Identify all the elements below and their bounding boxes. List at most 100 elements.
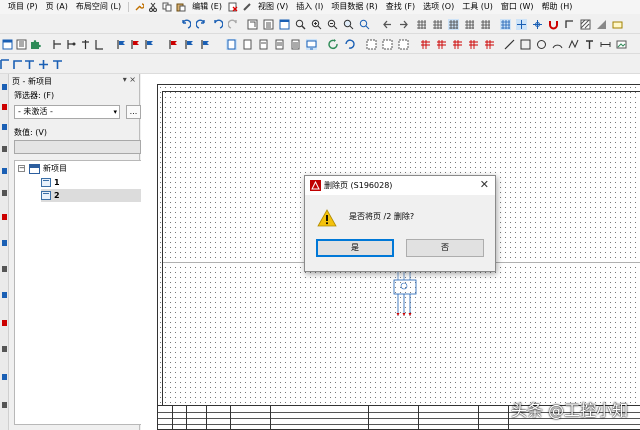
tree-collapse-icon[interactable]: − xyxy=(18,165,25,172)
rectangle-icon[interactable] xyxy=(612,19,623,30)
grid-a-icon[interactable] xyxy=(416,19,427,30)
strip-tool-icon[interactable] xyxy=(2,168,7,174)
text-icon[interactable] xyxy=(584,39,595,50)
snap-grid-icon[interactable] xyxy=(500,19,511,30)
connection-tee-down-icon[interactable] xyxy=(24,59,35,70)
redo-icon[interactable] xyxy=(196,19,207,30)
strip-tool-icon[interactable] xyxy=(2,84,7,90)
strip-tool-icon[interactable] xyxy=(2,104,7,110)
menu-item-help[interactable]: 帮助 (H) xyxy=(538,0,577,14)
puzzle-icon[interactable] xyxy=(30,39,41,50)
rotate-icon[interactable] xyxy=(344,39,355,50)
strip-tool-icon[interactable] xyxy=(2,374,7,380)
zoom-window-icon[interactable] xyxy=(295,19,306,30)
box-c-icon[interactable] xyxy=(398,39,409,50)
page-view-icon[interactable] xyxy=(263,19,274,30)
strip-tool-icon[interactable] xyxy=(2,346,7,352)
strip-tool-icon[interactable] xyxy=(2,402,7,408)
device-flag-d-icon[interactable] xyxy=(168,39,179,50)
magnet-icon[interactable] xyxy=(548,19,559,30)
device-flag-a-icon[interactable] xyxy=(116,39,127,50)
strip-tool-icon[interactable] xyxy=(2,320,7,326)
terminal-icon[interactable] xyxy=(66,39,77,50)
connection-top-left-icon[interactable] xyxy=(0,59,11,70)
back-icon[interactable] xyxy=(382,19,393,30)
tree-item-page[interactable]: 1 xyxy=(41,176,60,189)
menu-item-tools[interactable]: 工具 (U) xyxy=(458,0,497,14)
menu-item-page[interactable]: 页 (A) xyxy=(42,0,72,14)
forward-icon[interactable] xyxy=(398,19,409,30)
device-symbol[interactable] xyxy=(392,272,422,324)
device-flag-e-icon[interactable] xyxy=(184,39,195,50)
image-icon[interactable] xyxy=(616,39,627,50)
bus-b-icon[interactable] xyxy=(436,39,447,50)
zoom-last-icon[interactable] xyxy=(359,19,370,30)
window-icon[interactable] xyxy=(279,19,290,30)
strip-tool-icon[interactable] xyxy=(2,124,7,130)
connection-corner-icon[interactable] xyxy=(12,59,23,70)
hatch-icon[interactable] xyxy=(580,19,591,30)
zoom-in-icon[interactable] xyxy=(311,19,322,30)
strip-tool-icon[interactable] xyxy=(2,240,7,246)
connection-cross-icon[interactable] xyxy=(38,59,49,70)
close-icon[interactable]: ✕ xyxy=(480,178,489,191)
strip-tool-icon[interactable] xyxy=(2,146,7,152)
device-flag-f-icon[interactable] xyxy=(200,39,211,50)
bus-d-icon[interactable] xyxy=(468,39,479,50)
cable-icon[interactable] xyxy=(52,39,63,50)
page-selected-icon[interactable] xyxy=(226,39,237,50)
bus-a-icon[interactable] xyxy=(420,39,431,50)
wrench-icon[interactable] xyxy=(134,2,145,12)
dimension-icon[interactable] xyxy=(600,39,611,50)
menu-item-find[interactable]: 查找 (F) xyxy=(382,0,419,14)
grid-c-icon[interactable] xyxy=(448,19,459,30)
connection-tee-icon[interactable] xyxy=(52,59,63,70)
no-button[interactable]: 否 xyxy=(406,239,484,257)
menu-item-project[interactable]: 项目 (P) xyxy=(4,0,42,14)
strip-tool-icon[interactable] xyxy=(2,292,7,298)
brush-icon[interactable] xyxy=(242,2,252,12)
grid-b-icon[interactable] xyxy=(432,19,443,30)
line-icon[interactable] xyxy=(504,39,515,50)
monitor-icon[interactable] xyxy=(306,39,317,50)
strip-tool-icon[interactable] xyxy=(2,190,7,196)
tree-item-project[interactable]: 新项目 xyxy=(29,162,67,175)
arc-icon[interactable] xyxy=(552,39,563,50)
copy-icon[interactable] xyxy=(162,2,172,12)
delete-icon[interactable] xyxy=(228,2,238,12)
menu-item-edit[interactable]: 编辑 (E) xyxy=(188,0,226,14)
number-field[interactable] xyxy=(14,140,141,154)
filter-more-button[interactable]: ... xyxy=(126,105,141,119)
page-a-icon[interactable] xyxy=(242,39,253,50)
page-b-icon[interactable] xyxy=(258,39,269,50)
tree-item-page-selected[interactable]: 2 xyxy=(41,189,142,202)
crosshair-icon[interactable] xyxy=(532,19,543,30)
grid-e-icon[interactable] xyxy=(480,19,491,30)
insert-page-icon[interactable] xyxy=(2,39,13,50)
grid-d-icon[interactable] xyxy=(464,19,475,30)
page-c-icon[interactable] xyxy=(274,39,285,50)
macro-icon[interactable] xyxy=(16,39,27,50)
box-b-icon[interactable] xyxy=(382,39,393,50)
circle-icon[interactable] xyxy=(536,39,547,50)
bus-e-icon[interactable] xyxy=(484,39,495,50)
fill-icon[interactable] xyxy=(596,19,607,30)
bus-c-icon[interactable] xyxy=(452,39,463,50)
zoom-fit-icon[interactable] xyxy=(343,19,354,30)
yes-button[interactable]: 是 xyxy=(316,239,394,257)
connector-icon[interactable] xyxy=(80,39,91,50)
refresh-icon[interactable] xyxy=(328,39,339,50)
strip-tool-icon[interactable] xyxy=(2,214,7,220)
square-icon[interactable] xyxy=(520,39,531,50)
menu-item-project-data[interactable]: 项目数据 (R) xyxy=(327,0,381,14)
ortho-icon[interactable] xyxy=(564,19,575,30)
menu-item-options[interactable]: 选项 (O) xyxy=(419,0,458,14)
strip-tool-icon[interactable] xyxy=(2,266,7,272)
zoom-out-icon[interactable] xyxy=(327,19,338,30)
menu-item-window[interactable]: 窗口 (W) xyxy=(497,0,538,14)
snap-object-icon[interactable] xyxy=(516,19,527,30)
cut-icon[interactable] xyxy=(148,2,158,12)
menu-item-view[interactable]: 视图 (V) xyxy=(254,0,292,14)
undo-list-icon[interactable] xyxy=(212,19,223,30)
polyline-icon[interactable] xyxy=(568,39,579,50)
